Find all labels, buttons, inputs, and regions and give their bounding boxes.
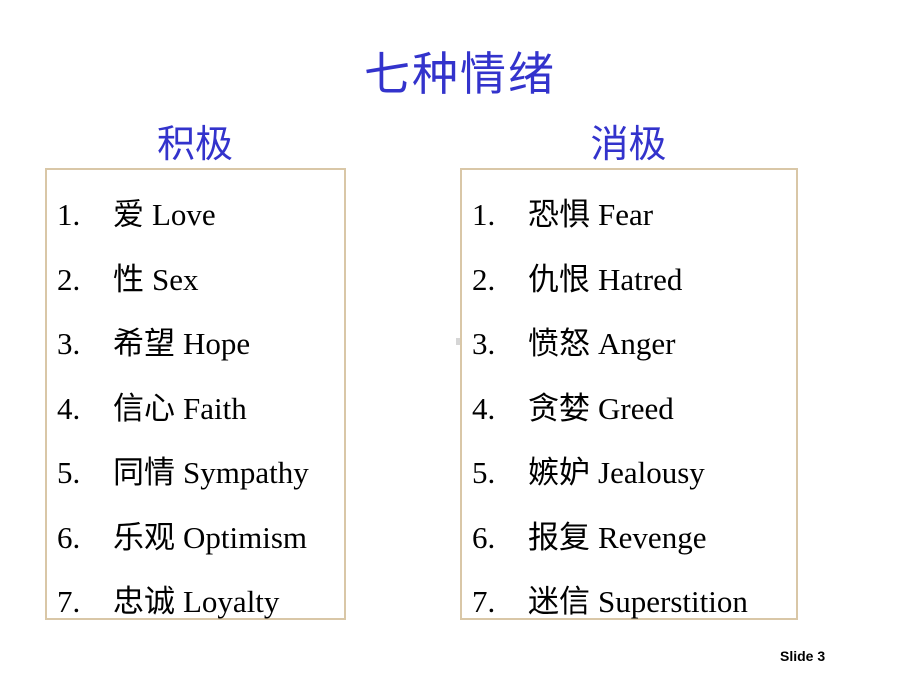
item-number: 7. [57, 584, 81, 619]
item-english: Revenge [598, 519, 707, 555]
item-chinese: 愤怒 [528, 326, 590, 362]
list-item: 7. 迷信 Superstition [472, 577, 748, 642]
item-english: Fear [598, 197, 654, 232]
list-item: 7. 忠诚 Loyalty [57, 577, 309, 642]
list-item: 6. 报复 Revenge [472, 513, 748, 578]
item-english: Hope [183, 326, 251, 361]
item-english: Sympathy [183, 455, 309, 490]
item-english: Sex [152, 261, 199, 297]
item-chinese: 嫉妒 [528, 455, 590, 491]
item-chinese: 希望 [113, 326, 175, 362]
item-english: Jealousy [598, 455, 705, 490]
item-number: 3. [472, 326, 496, 361]
item-english: Hatred [598, 261, 683, 297]
item-number: 5. [472, 455, 496, 490]
item-number: 1. [57, 197, 81, 232]
slide-title: 七种情绪 [364, 47, 556, 101]
negative-heading: 消极 [590, 122, 667, 166]
item-chinese: 乐观 [113, 519, 175, 556]
item-chinese: 贪婪 [528, 390, 590, 427]
item-chinese: 同情 [113, 455, 175, 491]
list-item: 1. 爱 Love [57, 190, 309, 255]
item-number: 7. [472, 584, 496, 619]
item-number: 5. [57, 455, 81, 490]
list-item: 4. 贪婪 Greed [472, 384, 748, 449]
item-english: Greed [598, 390, 674, 426]
item-number: 2. [472, 261, 496, 297]
item-english: Superstition [598, 584, 748, 619]
slide-number: Slide 3 [780, 648, 826, 664]
item-chinese: 忠诚 [113, 584, 175, 620]
item-number: 1. [472, 197, 496, 232]
item-english: Loyalty [183, 584, 280, 619]
item-chinese: 迷信 [528, 584, 590, 620]
item-english: Optimism [183, 519, 308, 555]
list-item: 6. 乐观 Optimism [57, 513, 309, 578]
item-english: Love [152, 197, 216, 232]
item-english: Faith [183, 390, 247, 426]
positive-heading: 积极 [156, 122, 233, 166]
item-english: Anger [598, 326, 676, 361]
item-chinese: 报复 [528, 519, 590, 556]
list-item: 5. 同情 Sympathy [57, 448, 309, 513]
list-item: 2. 性 Sex [57, 255, 309, 320]
positive-emotions-list: 1. 爱 Love 2. 性 Sex 3. 希望 Hope 4. 信心 Faith 5. 同情 Sy… [57, 190, 309, 642]
item-number: 4. [472, 390, 496, 426]
item-chinese: 性 [113, 261, 144, 298]
item-chinese: 爱 [113, 197, 144, 233]
list-item: 5. 嫉妒 Jealousy [472, 448, 748, 513]
negative-emotions-box: 1. 恐惧 Fear 2. 仇恨 Hatred 3. 愤怒 Anger 4. 贪婪 Greed … [460, 168, 798, 620]
item-number: 2. [57, 261, 81, 297]
item-chinese: 信心 [113, 390, 175, 427]
list-item: 2. 仇恨 Hatred [472, 255, 748, 320]
item-chinese: 恐惧 [528, 197, 590, 233]
negative-emotions-list: 1. 恐惧 Fear 2. 仇恨 Hatred 3. 愤怒 Anger 4. 贪婪 Greed … [472, 190, 748, 642]
item-chinese: 仇恨 [528, 261, 590, 298]
list-item: 1. 恐惧 Fear [472, 190, 748, 255]
list-item: 4. 信心 Faith [57, 384, 309, 449]
item-number: 3. [57, 326, 81, 361]
item-number: 4. [57, 390, 81, 426]
item-number: 6. [472, 519, 496, 555]
positive-emotions-box: 1. 爱 Love 2. 性 Sex 3. 希望 Hope 4. 信心 Faith 5. 同情 Sy… [45, 168, 346, 620]
list-item: 3. 希望 Hope [57, 319, 309, 384]
list-item: 3. 愤怒 Anger [472, 319, 748, 384]
item-number: 6. [57, 519, 81, 555]
